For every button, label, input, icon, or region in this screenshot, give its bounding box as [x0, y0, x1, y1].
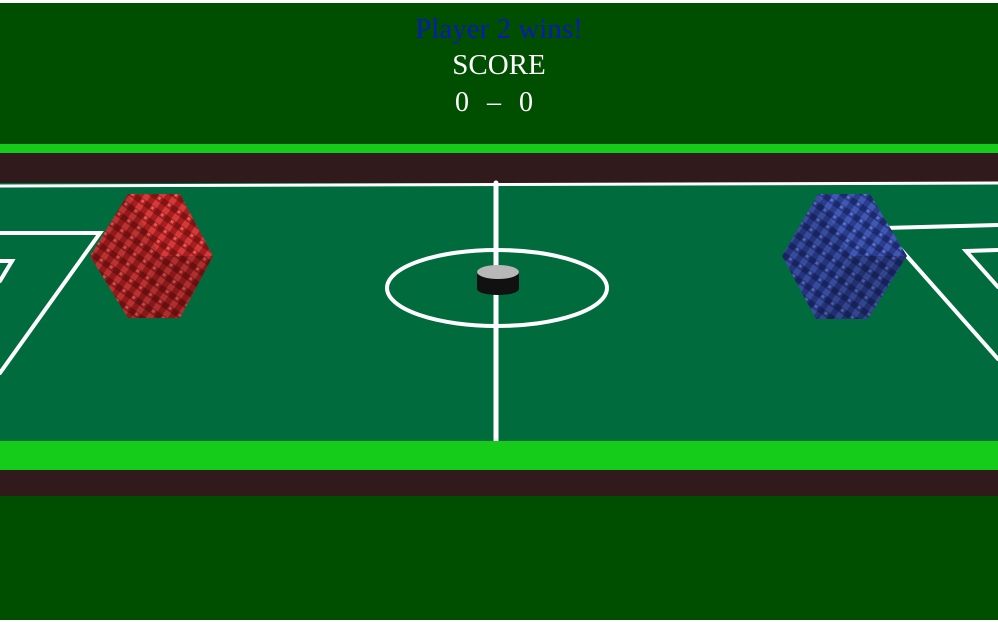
win-message: Player 2 wins!	[415, 13, 583, 45]
score-title: SCORE	[452, 49, 546, 81]
puck-top	[477, 265, 519, 279]
player1-score: 0	[455, 87, 469, 118]
top-rail-light	[0, 144, 998, 153]
game-viewport[interactable]: Player 2 wins! SCORE 0–0	[0, 3, 998, 620]
bottom-rail-dark	[0, 470, 998, 496]
player2-score: 0	[519, 87, 533, 118]
bottom-rail-light	[0, 441, 998, 470]
puck[interactable]	[477, 265, 519, 295]
game-frame: Player 2 wins! SCORE 0–0	[0, 0, 998, 623]
score-hud: Player 2 wins! SCORE 0–0	[0, 3, 998, 143]
score-display: 0–0	[0, 89, 993, 117]
top-rail-dark	[0, 153, 998, 183]
score-separator: –	[487, 87, 501, 118]
